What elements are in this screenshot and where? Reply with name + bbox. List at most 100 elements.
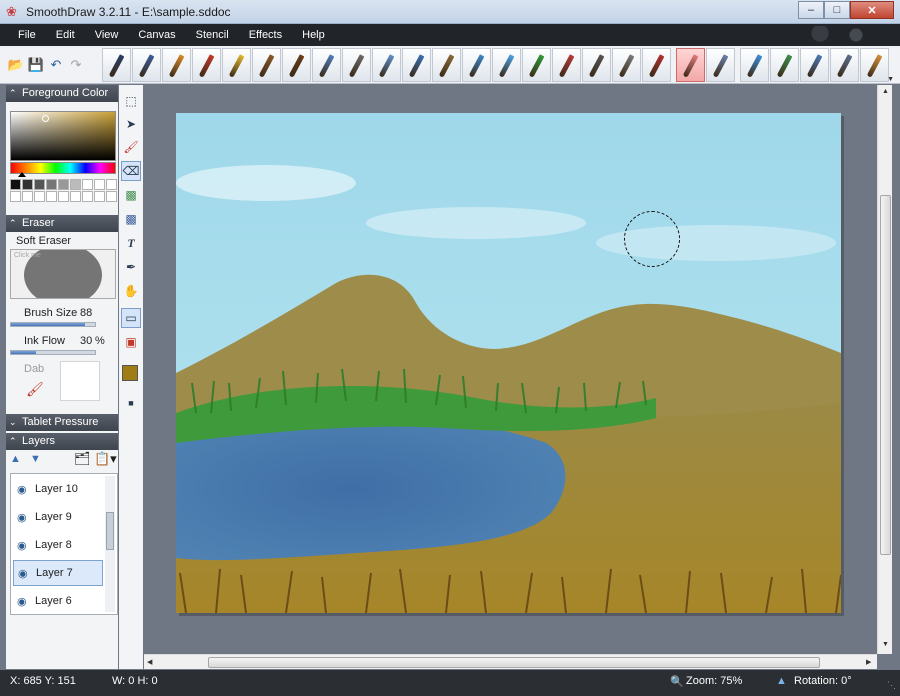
bucket-tool-icon[interactable]: ▩ (121, 209, 141, 229)
color-swatch[interactable] (58, 191, 69, 202)
close-button[interactable]: ✕ (850, 1, 894, 19)
horizontal-scrollbar[interactable]: ◀ ▶ (144, 654, 877, 669)
color-swatch[interactable] (34, 179, 45, 190)
color-swatch[interactable] (58, 179, 69, 190)
brush-water-brush-button[interactable] (402, 48, 431, 82)
brush-red-pencil-button[interactable] (192, 48, 221, 82)
move-layer-up-icon[interactable]: ▲ (10, 453, 21, 465)
brush-sprinkler-button[interactable] (372, 48, 401, 82)
brush-tool-icon[interactable]: 🖌 (121, 137, 141, 157)
color-swatch[interactable] (106, 179, 117, 190)
visibility-eye-icon[interactable]: ◉ (17, 483, 31, 496)
color-swatch[interactable] (70, 191, 81, 202)
layer-row[interactable]: ◉ Layer 7 (13, 560, 103, 586)
vertical-scroll-thumb[interactable] (880, 195, 891, 555)
brush-paint-bucket-button[interactable] (462, 48, 491, 82)
horizontal-scroll-thumb[interactable] (208, 657, 820, 668)
eraser-tool-icon[interactable]: ⌫ (121, 161, 141, 181)
brush-water-drop-button[interactable] (740, 48, 769, 82)
hand-tool-icon[interactable]: ✋ (121, 281, 141, 301)
layer-properties-icon[interactable]: 🗂 (74, 451, 91, 467)
color-swatch[interactable] (22, 191, 33, 202)
layer-row[interactable]: ◉ Layer 6 (13, 588, 103, 614)
rectangle-tool-icon[interactable]: ▭ (121, 308, 141, 328)
color-swatch[interactable] (10, 179, 21, 190)
color-picker-cursor[interactable] (42, 115, 49, 122)
color-swatch[interactable] (70, 179, 81, 190)
scroll-up-icon[interactable]: ▲ (882, 88, 889, 95)
color-swatch[interactable] (34, 191, 45, 202)
color-swatch[interactable] (46, 179, 57, 190)
scroll-left-icon[interactable]: ◀ (147, 658, 152, 666)
color-swatch[interactable] (106, 191, 117, 202)
brush-eraser-button[interactable] (676, 48, 705, 82)
dab-brush-icon[interactable]: 🖌 (26, 381, 44, 398)
save-icon[interactable]: 💾 (28, 57, 44, 73)
visibility-eye-icon[interactable]: ◉ (17, 595, 31, 608)
menu-effects[interactable]: Effects (239, 24, 292, 46)
minimize-button[interactable]: ‒ (798, 1, 824, 19)
menu-view[interactable]: View (85, 24, 129, 46)
color-swatch[interactable] (22, 179, 33, 190)
brush-flat-brush-button[interactable] (432, 48, 461, 82)
menu-file[interactable]: File (0, 24, 46, 46)
layer-row[interactable]: ◉ Layer 9 (13, 504, 103, 530)
brush-hard-eraser-button[interactable] (706, 48, 735, 82)
visibility-eye-icon[interactable]: ◉ (17, 539, 31, 552)
brush-size-value[interactable]: 88 (80, 307, 92, 319)
move-icon[interactable]: ➤ (121, 114, 141, 134)
brush-airbrush-button[interactable] (312, 48, 341, 82)
brush-sparkle-button[interactable] (492, 48, 521, 82)
brush-crayon-button[interactable] (222, 48, 251, 82)
brush-shape-brush-button[interactable] (830, 48, 859, 82)
brush-oil-brush-button[interactable] (282, 48, 311, 82)
layer-row[interactable]: ◉ Layer 8 (13, 532, 103, 558)
rotation-icon[interactable]: ▲ (776, 675, 787, 687)
hue-marker-icon[interactable] (18, 172, 26, 177)
brush-hand-brush-button[interactable] (860, 48, 889, 82)
swap-colors-icon[interactable]: ■ (121, 393, 141, 413)
visibility-eye-icon[interactable]: ◉ (17, 511, 31, 524)
brush-image-stamp-button[interactable] (800, 48, 829, 82)
zoom-level[interactable]: Zoom: 75% (686, 675, 742, 687)
color-swatch[interactable] (94, 191, 105, 202)
undo-icon[interactable]: ↶ (48, 57, 64, 73)
eraser-header[interactable]: ⌃ Eraser (6, 215, 118, 232)
brush-net-button[interactable] (582, 48, 611, 82)
eraser-preview[interactable]: Click me (10, 249, 116, 299)
visibility-eye-icon[interactable]: ◉ (18, 567, 32, 580)
text-tool-icon[interactable]: T (121, 233, 141, 253)
brush-brush-button[interactable] (252, 48, 281, 82)
color-swatch[interactable] (94, 179, 105, 190)
ink-flow-slider[interactable] (10, 350, 96, 355)
brush-ink-pen-button[interactable] (132, 48, 161, 82)
color-swatch[interactable] (10, 191, 21, 202)
redo-icon[interactable]: ↷ (68, 57, 84, 73)
resize-grip-icon[interactable]: ⋱ (887, 680, 896, 691)
layer-row[interactable]: ◉ Layer 10 (13, 476, 103, 502)
dab-preview[interactable] (60, 361, 100, 401)
scroll-right-icon[interactable]: ▶ (866, 658, 871, 666)
stencil-tool-icon[interactable]: ▣ (121, 332, 141, 352)
brush-texture-button[interactable] (612, 48, 641, 82)
toolbar-overflow-icon[interactable]: ▼ (887, 76, 894, 83)
brush-spray-button[interactable] (342, 48, 371, 82)
color-swatch[interactable] (82, 191, 93, 202)
layers-scroll-thumb[interactable] (106, 512, 114, 550)
foreground-color-header[interactable]: ⌃ Foreground Color (6, 85, 118, 102)
menu-edit[interactable]: Edit (46, 24, 85, 46)
rotation-level[interactable]: Rotation: 0° (794, 675, 852, 687)
color-swatch[interactable] (82, 179, 93, 190)
open-folder-icon[interactable]: 📂 (8, 57, 24, 73)
zoom-icon[interactable]: 🔍 (670, 675, 684, 688)
selection-icon[interactable]: ⬚ (121, 91, 141, 111)
eyedropper-tool-icon[interactable]: ✒ (121, 257, 141, 277)
foreground-color-swatch[interactable] (122, 365, 138, 381)
menu-stencil[interactable]: Stencil (186, 24, 239, 46)
color-swatch[interactable] (46, 191, 57, 202)
brush-grass-button[interactable] (522, 48, 551, 82)
ink-flow-value[interactable]: 30 (80, 335, 92, 347)
maximize-button[interactable]: □ (824, 1, 850, 19)
drawing-canvas[interactable] (176, 113, 841, 613)
move-layer-down-icon[interactable]: ▼ (30, 453, 41, 465)
